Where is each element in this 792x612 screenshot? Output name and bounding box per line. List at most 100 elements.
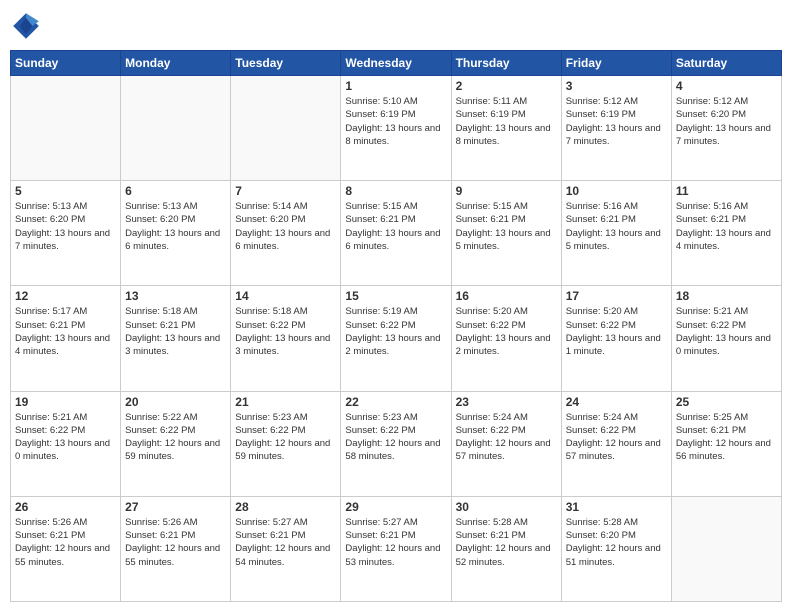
cell-info: Sunrise: 5:27 AM Sunset: 6:21 PM Dayligh… [235, 516, 336, 569]
calendar-cell: 23Sunrise: 5:24 AM Sunset: 6:22 PM Dayli… [451, 391, 561, 496]
calendar-cell: 6 Sunrise: 5:13 AM Sunset: 6:20 PM Daylig… [121, 181, 231, 286]
cell-info: Sunrise: 5:17 AM Sunset: 6:21 PM Dayligh… [15, 305, 116, 358]
day-number: 1 [345, 79, 446, 93]
week-row-2: 12 Sunrise: 5:17 AM Sunset: 6:21 PM Dayli… [11, 286, 782, 391]
cell-info: Sunrise: 5:24 AM Sunset: 6:22 PM Dayligh… [566, 411, 667, 464]
day-number: 23 [456, 395, 557, 409]
day-number: 22 [345, 395, 446, 409]
cell-info: Sunrise: 5:18 AM Sunset: 6:21 PM Dayligh… [125, 305, 226, 358]
cell-info: Sunrise: 5:25 AM Sunset: 6:21 PM Dayligh… [676, 411, 777, 464]
page: SundayMondayTuesdayWednesdayThursdayFrid… [0, 0, 792, 612]
cell-info: Sunrise: 5:28 AM Sunset: 6:20 PM Dayligh… [566, 516, 667, 569]
calendar-cell: 2 Sunrise: 5:11 AM Sunset: 6:19 PM Daylig… [451, 76, 561, 181]
calendar-cell: 5 Sunrise: 5:13 AM Sunset: 6:20 PM Daylig… [11, 181, 121, 286]
calendar-cell: 11 Sunrise: 5:16 AM Sunset: 6:21 PM Dayli… [671, 181, 781, 286]
logo-icon [10, 10, 42, 42]
day-number: 13 [125, 289, 226, 303]
calendar-cell: 28 Sunrise: 5:27 AM Sunset: 6:21 PM Dayli… [231, 496, 341, 601]
day-number: 4 [676, 79, 777, 93]
day-number: 24 [566, 395, 667, 409]
day-number: 31 [566, 500, 667, 514]
cell-info: Sunrise: 5:15 AM Sunset: 6:21 PM Dayligh… [345, 200, 446, 253]
calendar-cell: 24 Sunrise: 5:24 AM Sunset: 6:22 PM Dayli… [561, 391, 671, 496]
cell-info: Sunrise: 5:21 AM Sunset: 6:22 PM Dayligh… [15, 411, 116, 464]
weekday-header-monday: Monday [121, 51, 231, 76]
calendar-cell: 7Sunrise: 5:14 AM Sunset: 6:20 PM Daylig… [231, 181, 341, 286]
cell-info: Sunrise: 5:23 AM Sunset: 6:22 PM Dayligh… [235, 411, 336, 464]
calendar-cell: 1 Sunrise: 5:10 AM Sunset: 6:19 PM Daylig… [341, 76, 451, 181]
day-number: 25 [676, 395, 777, 409]
day-number: 9 [456, 184, 557, 198]
cell-info: Sunrise: 5:20 AM Sunset: 6:22 PM Dayligh… [566, 305, 667, 358]
calendar-cell: 30Sunrise: 5:28 AM Sunset: 6:21 PM Dayli… [451, 496, 561, 601]
week-row-3: 19 Sunrise: 5:21 AM Sunset: 6:22 PM Dayli… [11, 391, 782, 496]
cell-info: Sunrise: 5:27 AM Sunset: 6:21 PM Dayligh… [345, 516, 446, 569]
calendar-cell: 13 Sunrise: 5:18 AM Sunset: 6:21 PM Dayli… [121, 286, 231, 391]
day-number: 18 [676, 289, 777, 303]
calendar-cell: 21 Sunrise: 5:23 AM Sunset: 6:22 PM Dayli… [231, 391, 341, 496]
cell-info: Sunrise: 5:11 AM Sunset: 6:19 PM Dayligh… [456, 95, 557, 148]
cell-info: Sunrise: 5:12 AM Sunset: 6:20 PM Dayligh… [676, 95, 777, 148]
day-number: 21 [235, 395, 336, 409]
header [10, 10, 782, 42]
week-row-0: 1 Sunrise: 5:10 AM Sunset: 6:19 PM Daylig… [11, 76, 782, 181]
cell-info: Sunrise: 5:13 AM Sunset: 6:20 PM Dayligh… [15, 200, 116, 253]
calendar-cell: 20 Sunrise: 5:22 AM Sunset: 6:22 PM Dayli… [121, 391, 231, 496]
day-number: 3 [566, 79, 667, 93]
cell-info: Sunrise: 5:20 AM Sunset: 6:22 PM Dayligh… [456, 305, 557, 358]
day-number: 28 [235, 500, 336, 514]
day-number: 11 [676, 184, 777, 198]
cell-info: Sunrise: 5:26 AM Sunset: 6:21 PM Dayligh… [15, 516, 116, 569]
cell-info: Sunrise: 5:12 AM Sunset: 6:19 PM Dayligh… [566, 95, 667, 148]
day-number: 8 [345, 184, 446, 198]
day-number: 20 [125, 395, 226, 409]
calendar-cell: 27 Sunrise: 5:26 AM Sunset: 6:21 PM Dayli… [121, 496, 231, 601]
calendar-cell: 4 Sunrise: 5:12 AM Sunset: 6:20 PM Daylig… [671, 76, 781, 181]
calendar-cell: 16 Sunrise: 5:20 AM Sunset: 6:22 PM Dayli… [451, 286, 561, 391]
day-number: 16 [456, 289, 557, 303]
cell-info: Sunrise: 5:16 AM Sunset: 6:21 PM Dayligh… [566, 200, 667, 253]
day-number: 10 [566, 184, 667, 198]
calendar-cell: 25 Sunrise: 5:25 AM Sunset: 6:21 PM Dayli… [671, 391, 781, 496]
calendar-cell: 3 Sunrise: 5:12 AM Sunset: 6:19 PM Daylig… [561, 76, 671, 181]
cell-info: Sunrise: 5:16 AM Sunset: 6:21 PM Dayligh… [676, 200, 777, 253]
day-number: 19 [15, 395, 116, 409]
calendar-cell [121, 76, 231, 181]
weekday-header-thursday: Thursday [451, 51, 561, 76]
weekday-header-tuesday: Tuesday [231, 51, 341, 76]
calendar-cell: 18Sunrise: 5:21 AM Sunset: 6:22 PM Dayli… [671, 286, 781, 391]
calendar-cell: 17Sunrise: 5:20 AM Sunset: 6:22 PM Dayli… [561, 286, 671, 391]
cell-info: Sunrise: 5:13 AM Sunset: 6:20 PM Dayligh… [125, 200, 226, 253]
calendar-cell [231, 76, 341, 181]
weekday-header-saturday: Saturday [671, 51, 781, 76]
day-number: 5 [15, 184, 116, 198]
cell-info: Sunrise: 5:26 AM Sunset: 6:21 PM Dayligh… [125, 516, 226, 569]
day-number: 15 [345, 289, 446, 303]
calendar-cell: 8 Sunrise: 5:15 AM Sunset: 6:21 PM Daylig… [341, 181, 451, 286]
calendar-cell [671, 496, 781, 601]
cell-info: Sunrise: 5:10 AM Sunset: 6:19 PM Dayligh… [345, 95, 446, 148]
day-number: 27 [125, 500, 226, 514]
day-number: 2 [456, 79, 557, 93]
logo [10, 10, 46, 42]
calendar-cell: 15Sunrise: 5:19 AM Sunset: 6:22 PM Dayli… [341, 286, 451, 391]
week-row-4: 26Sunrise: 5:26 AM Sunset: 6:21 PM Dayli… [11, 496, 782, 601]
cell-info: Sunrise: 5:22 AM Sunset: 6:22 PM Dayligh… [125, 411, 226, 464]
calendar-cell: 26Sunrise: 5:26 AM Sunset: 6:21 PM Dayli… [11, 496, 121, 601]
calendar-cell: 19 Sunrise: 5:21 AM Sunset: 6:22 PM Dayli… [11, 391, 121, 496]
calendar-cell: 9 Sunrise: 5:15 AM Sunset: 6:21 PM Daylig… [451, 181, 561, 286]
cell-info: Sunrise: 5:15 AM Sunset: 6:21 PM Dayligh… [456, 200, 557, 253]
calendar-cell [11, 76, 121, 181]
day-number: 12 [15, 289, 116, 303]
weekday-header-wednesday: Wednesday [341, 51, 451, 76]
calendar-table: SundayMondayTuesdayWednesdayThursdayFrid… [10, 50, 782, 602]
cell-info: Sunrise: 5:23 AM Sunset: 6:22 PM Dayligh… [345, 411, 446, 464]
calendar-cell: 10 Sunrise: 5:16 AM Sunset: 6:21 PM Dayli… [561, 181, 671, 286]
weekday-header-friday: Friday [561, 51, 671, 76]
calendar-cell: 12 Sunrise: 5:17 AM Sunset: 6:21 PM Dayli… [11, 286, 121, 391]
weekday-header-row: SundayMondayTuesdayWednesdayThursdayFrid… [11, 51, 782, 76]
calendar-cell: 22 Sunrise: 5:23 AM Sunset: 6:22 PM Dayli… [341, 391, 451, 496]
day-number: 6 [125, 184, 226, 198]
weekday-header-sunday: Sunday [11, 51, 121, 76]
cell-info: Sunrise: 5:14 AM Sunset: 6:20 PM Dayligh… [235, 200, 336, 253]
